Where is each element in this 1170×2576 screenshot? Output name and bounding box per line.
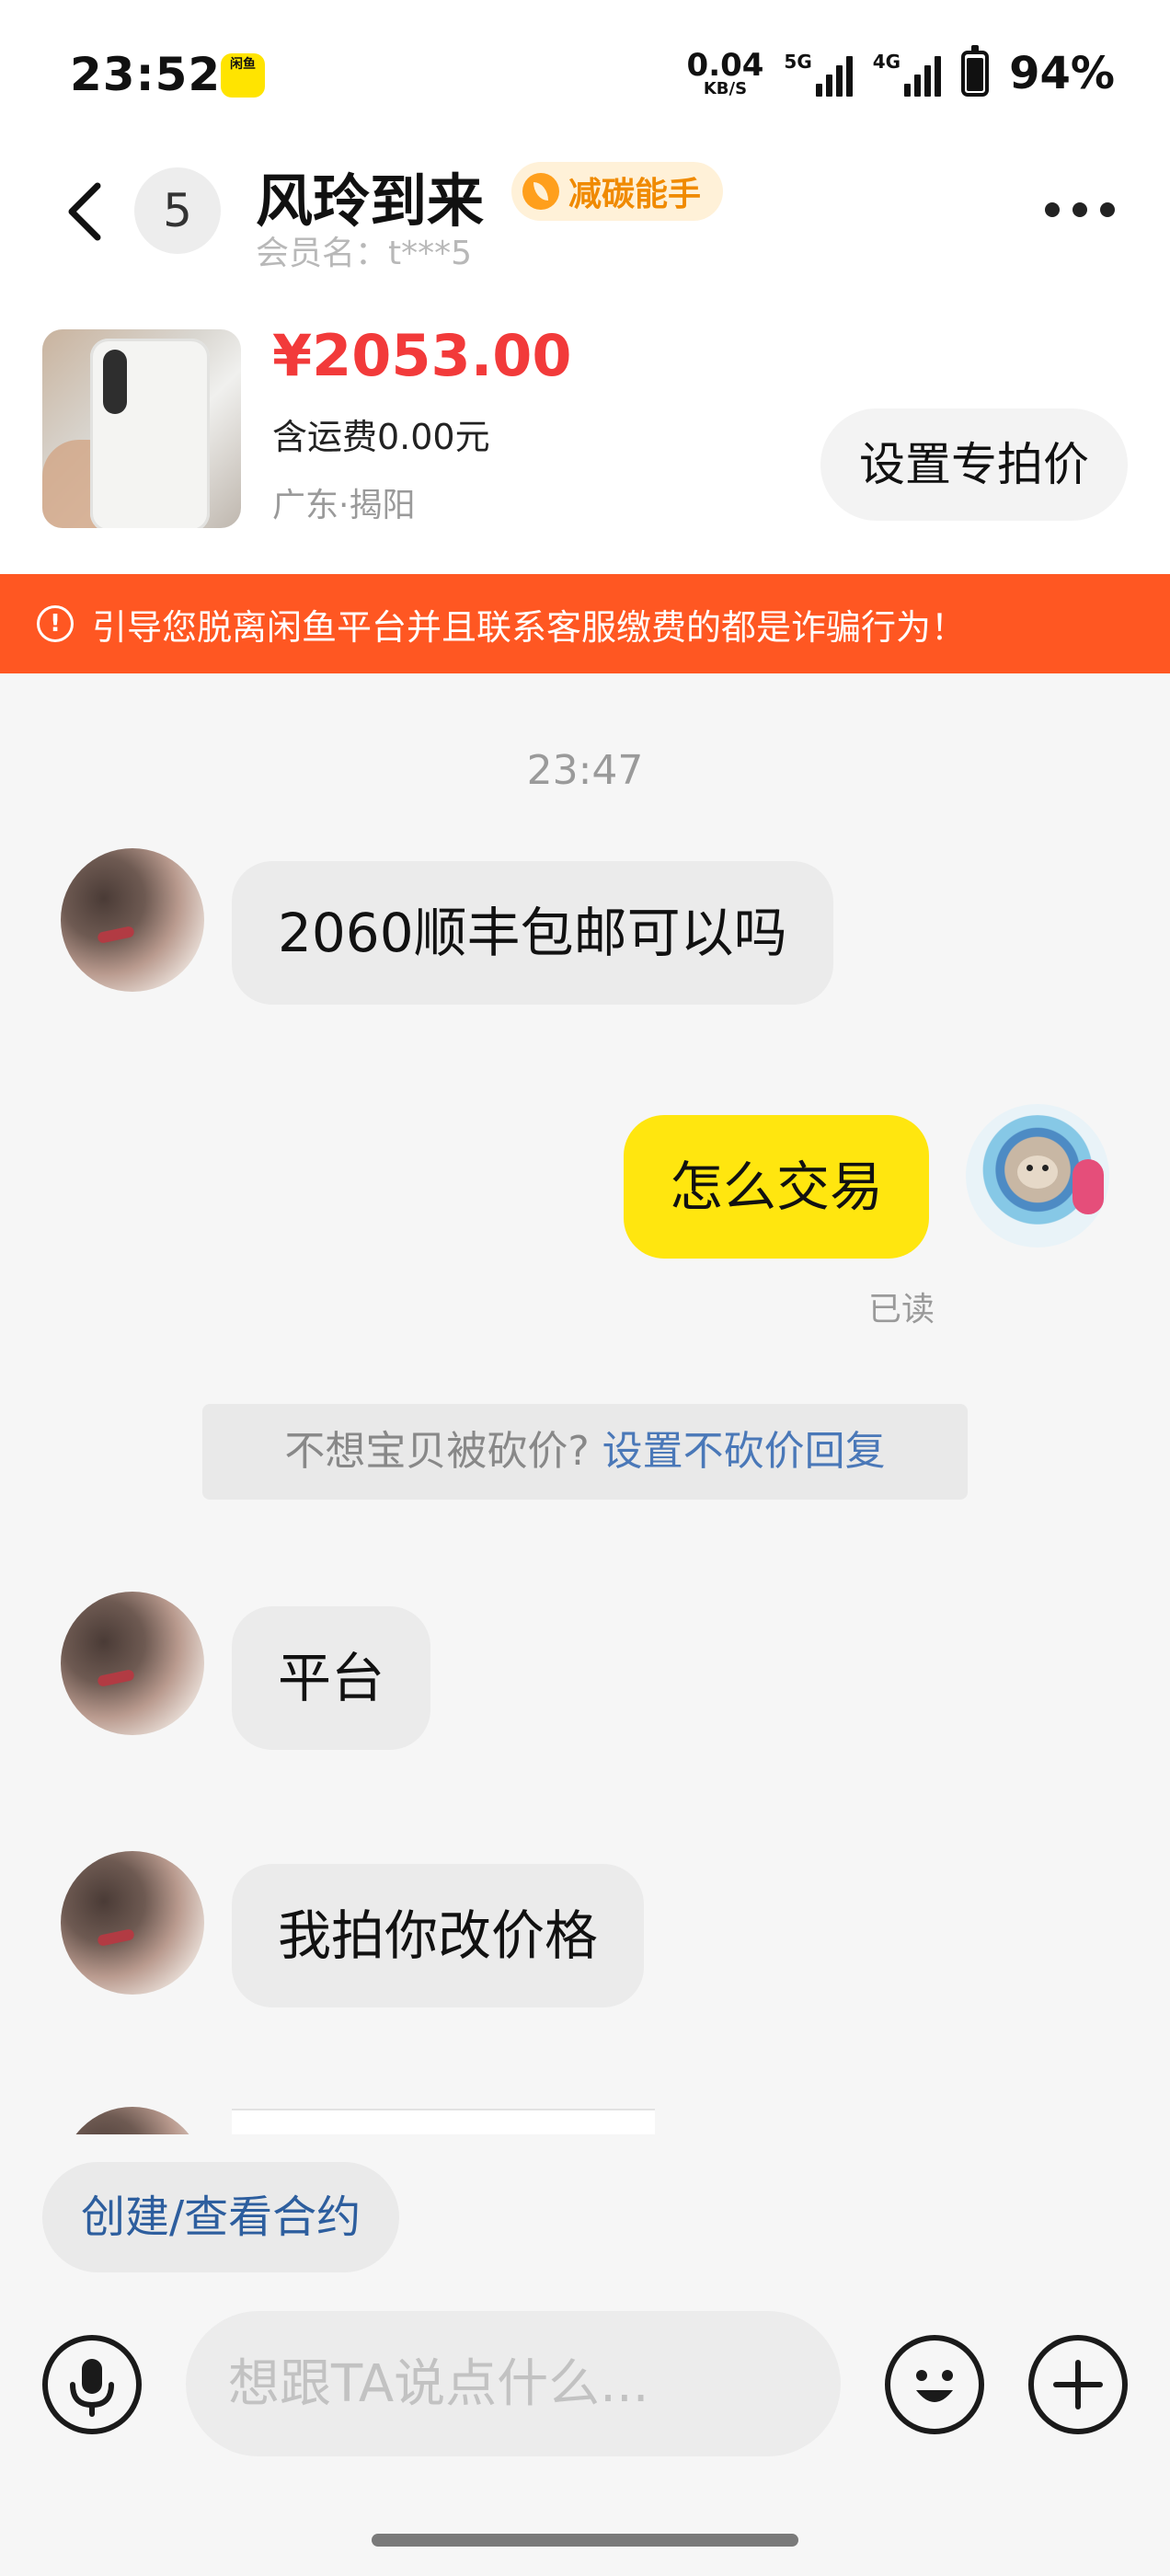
no-bargain-hint: 不想宝贝被砍价? 设置不砍价回复 bbox=[202, 1404, 968, 1500]
xianyu-app-icon: 闲鱼 bbox=[221, 53, 265, 98]
chat-header: 5 风玲到来 减碳能手 会员名：t***5 bbox=[0, 138, 1170, 305]
message-bubble[interactable]: 2060顺丰包邮可以吗 bbox=[232, 861, 833, 1005]
more-icon[interactable] bbox=[1045, 202, 1115, 217]
contract-button[interactable]: 创建/查看合约 bbox=[42, 2162, 400, 2272]
chat-timestamp: 23:47 bbox=[526, 747, 644, 794]
battery-fill bbox=[967, 58, 984, 91]
product-card[interactable]: ¥2053.00 含运费0.00元 广东·揭阳 设置专拍价 bbox=[0, 305, 1170, 574]
back-arrow-icon bbox=[68, 182, 101, 241]
emoji-button[interactable] bbox=[885, 2335, 984, 2434]
partial-card[interactable] bbox=[232, 2109, 655, 2134]
status-time: 23:52 bbox=[70, 48, 222, 101]
peer-name[interactable]: 风玲到来 bbox=[256, 155, 484, 237]
set-no-bargain-reply-link[interactable]: 设置不砍价回复 bbox=[602, 1428, 886, 1475]
message-bubble-self[interactable]: 怎么交易 bbox=[624, 1115, 930, 1259]
alert-icon: ! bbox=[37, 605, 74, 642]
network-speed: 0.04 KB/S bbox=[687, 50, 764, 98]
microphone-icon bbox=[70, 2359, 114, 2417]
signal-4g-icon: 4G bbox=[872, 51, 942, 97]
status-indicators: 0.04 KB/S 5G 4G 94% bbox=[687, 45, 1115, 99]
read-status: 已读 bbox=[868, 1291, 935, 1328]
member-name: 会员名：t***5 bbox=[256, 235, 473, 272]
fraud-warning-text: 引导您脱离闲鱼平台并且联系客服缴费的都是诈骗行为！ bbox=[92, 606, 967, 648]
peer-avatar[interactable] bbox=[61, 1851, 204, 1995]
back-button[interactable] bbox=[59, 175, 114, 248]
product-price: ¥2053.00 bbox=[272, 322, 572, 389]
product-location: 广东·揭阳 bbox=[272, 487, 416, 524]
my-avatar[interactable] bbox=[966, 1104, 1109, 1248]
carbon-badge[interactable]: 减碳能手 bbox=[511, 162, 724, 221]
plus-button[interactable] bbox=[1028, 2335, 1128, 2434]
battery-percent: 94% bbox=[1009, 48, 1115, 99]
set-special-price-button[interactable]: 设置专拍价 bbox=[820, 408, 1128, 521]
shipping-fee: 含运费0.00元 bbox=[272, 417, 490, 457]
input-bar bbox=[0, 2309, 1170, 2512]
unread-count-badge[interactable]: 5 bbox=[134, 167, 221, 254]
network-speed-unit: KB/S bbox=[703, 79, 748, 98]
partial-message-row bbox=[0, 2107, 1170, 2134]
bottom-panel: 创建/查看合约 bbox=[0, 2134, 1170, 2576]
signal-4g-label: 4G bbox=[872, 51, 901, 73]
no-bargain-hint-text: 不想宝贝被砍价? bbox=[284, 1428, 602, 1475]
network-speed-value: 0.04 bbox=[686, 47, 764, 84]
signal-5g-label: 5G bbox=[784, 51, 812, 73]
message-bubble[interactable]: 我拍你改价格 bbox=[232, 1864, 645, 2007]
status-bar: 23:52 闲鱼 0.04 KB/S 5G 4G 94% bbox=[0, 0, 1170, 138]
peer-avatar[interactable] bbox=[61, 1592, 204, 1735]
leaf-icon bbox=[522, 173, 559, 210]
message-input[interactable] bbox=[186, 2311, 841, 2456]
fraud-warning-banner: ! 引导您脱离闲鱼平台并且联系客服缴费的都是诈骗行为！ bbox=[0, 574, 1170, 673]
plus-icon bbox=[1053, 2360, 1103, 2409]
battery-icon bbox=[961, 45, 990, 97]
signal-5g-icon: 5G bbox=[784, 51, 853, 97]
voice-button[interactable] bbox=[42, 2335, 142, 2434]
message-bubble[interactable]: 平台 bbox=[232, 1606, 431, 1750]
emoji-icon bbox=[916, 2370, 953, 2402]
product-thumbnail[interactable] bbox=[42, 329, 241, 528]
home-indicator[interactable] bbox=[372, 2534, 798, 2547]
peer-avatar[interactable] bbox=[61, 848, 204, 992]
peer-avatar[interactable] bbox=[61, 2107, 204, 2134]
carbon-badge-label: 减碳能手 bbox=[568, 176, 702, 213]
